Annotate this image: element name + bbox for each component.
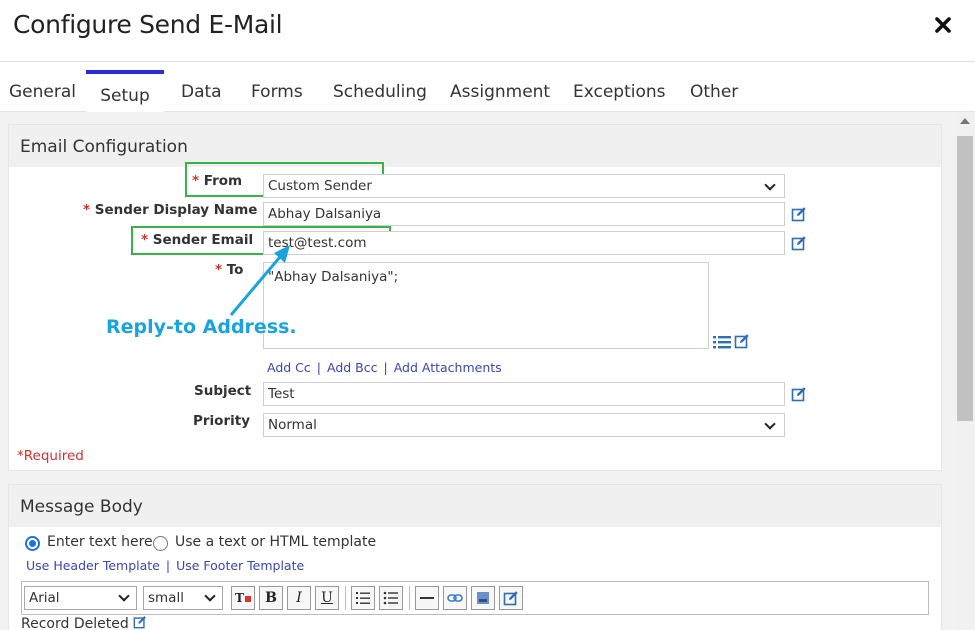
tab-scheduling[interactable]: Scheduling	[333, 82, 427, 102]
tab-assignment[interactable]: Assignment	[450, 82, 550, 102]
from-select[interactable]: Custom Sender	[263, 174, 785, 198]
subject-label: Subject	[194, 383, 252, 399]
recipient-links: Add Cc | Add Bcc | Add Attachments	[267, 360, 502, 375]
close-icon[interactable]	[930, 12, 956, 38]
reply-to-annotation: Reply-to Address.	[106, 316, 297, 338]
title-bar: Configure Send E-Mail	[0, 0, 975, 62]
dialog-title: Configure Send E-Mail	[13, 10, 283, 39]
subject-input[interactable]: Test	[263, 382, 785, 406]
edit-source-button[interactable]	[499, 586, 523, 610]
bold-icon: B	[265, 590, 277, 606]
edit-icon[interactable]	[791, 386, 807, 402]
bold-button[interactable]: B	[259, 586, 283, 610]
sender-email-input[interactable]: test@test.com	[263, 231, 785, 255]
italic-icon: I	[296, 590, 302, 606]
priority-select[interactable]: Normal	[263, 413, 785, 437]
scroll-thumb[interactable]	[957, 136, 973, 421]
tab-general[interactable]: General	[9, 82, 76, 102]
font-family-select[interactable]: Arial	[24, 586, 137, 610]
vertical-scrollbar[interactable]	[955, 112, 975, 630]
tab-other[interactable]: Other	[690, 82, 738, 102]
edit-icon[interactable]	[734, 333, 750, 349]
use-header-template-link[interactable]: Use Header Template	[26, 558, 160, 573]
underline-button[interactable]: U	[315, 586, 339, 610]
message-editor[interactable]: Record Deleted	[21, 615, 147, 630]
numbered-list-icon	[356, 592, 370, 604]
text-color-button[interactable]: T	[231, 586, 255, 610]
font-size-select[interactable]: small	[143, 586, 223, 610]
message-body-title: Message Body	[20, 497, 143, 517]
add-cc-link[interactable]: Add Cc	[267, 360, 311, 375]
enter-text-radio[interactable]	[25, 536, 40, 551]
scroll-up-arrow-icon[interactable]	[960, 118, 970, 124]
use-template-label: Use a text or HTML template	[175, 534, 377, 550]
image-icon	[477, 592, 489, 604]
insert-image-button[interactable]	[471, 586, 495, 610]
bullet-list-button[interactable]	[379, 586, 403, 610]
text-color-icon: T	[235, 591, 244, 605]
annotation-arrow	[229, 245, 290, 316]
required-asterisk: *	[141, 232, 149, 248]
numbered-list-button[interactable]	[351, 586, 375, 610]
tab-setup[interactable]: Setup	[86, 70, 164, 113]
required-asterisk: *	[83, 202, 91, 218]
required-note: *Required	[17, 448, 84, 464]
tab-exceptions[interactable]: Exceptions	[573, 82, 666, 102]
sender-display-name-label: * Sender Display Name	[83, 202, 258, 218]
toolbar-divider	[409, 586, 410, 610]
tab-forms[interactable]: Forms	[251, 82, 303, 102]
to-textarea[interactable]: "Abhay Dalsaniya";	[263, 262, 709, 349]
add-attachments-link[interactable]: Add Attachments	[394, 360, 502, 375]
priority-label: Priority	[193, 413, 250, 429]
link-button[interactable]	[443, 586, 467, 610]
tab-data[interactable]: Data	[181, 82, 222, 102]
setup-content: Email Configuration * From Custom Sender…	[0, 112, 955, 630]
template-links: Use Header Template | Use Footer Template	[26, 558, 305, 573]
link-icon	[447, 594, 463, 602]
message-body-header: Message Body	[9, 485, 941, 527]
from-label: * From	[192, 173, 243, 189]
use-template-radio[interactable]	[153, 536, 168, 551]
editor-toolbar: Arial small T B I U	[21, 581, 929, 615]
italic-button[interactable]: I	[287, 586, 311, 610]
edit-icon[interactable]	[791, 206, 807, 222]
edit-icon[interactable]	[791, 235, 807, 251]
add-bcc-link[interactable]: Add Bcc	[327, 360, 378, 375]
edit-icon[interactable]	[133, 615, 147, 629]
editor-content: Record Deleted	[21, 616, 129, 630]
enter-text-label: Enter text here	[47, 534, 153, 550]
sender-display-name-input[interactable]: Abhay Dalsaniya	[263, 202, 785, 226]
address-list-icon[interactable]	[712, 334, 732, 350]
edit-icon	[503, 591, 518, 606]
email-configuration-header: Email Configuration	[9, 125, 941, 167]
tab-bar: General Setup Data Forms Scheduling Assi…	[0, 62, 975, 113]
horizontal-rule-icon	[420, 597, 434, 599]
bullet-list-icon	[383, 591, 398, 605]
email-configuration-panel: Email Configuration * From Custom Sender…	[8, 124, 942, 471]
toolbar-divider	[345, 586, 346, 610]
message-body-panel: Message Body Enter text here Use a text …	[8, 484, 942, 630]
configure-send-email-dialog: Configure Send E-Mail General Setup Data…	[0, 0, 975, 630]
use-footer-template-link[interactable]: Use Footer Template	[176, 558, 304, 573]
email-configuration-title: Email Configuration	[20, 137, 188, 157]
required-asterisk: *	[192, 173, 200, 189]
underline-icon: U	[321, 590, 333, 606]
horizontal-rule-button[interactable]	[415, 586, 439, 610]
